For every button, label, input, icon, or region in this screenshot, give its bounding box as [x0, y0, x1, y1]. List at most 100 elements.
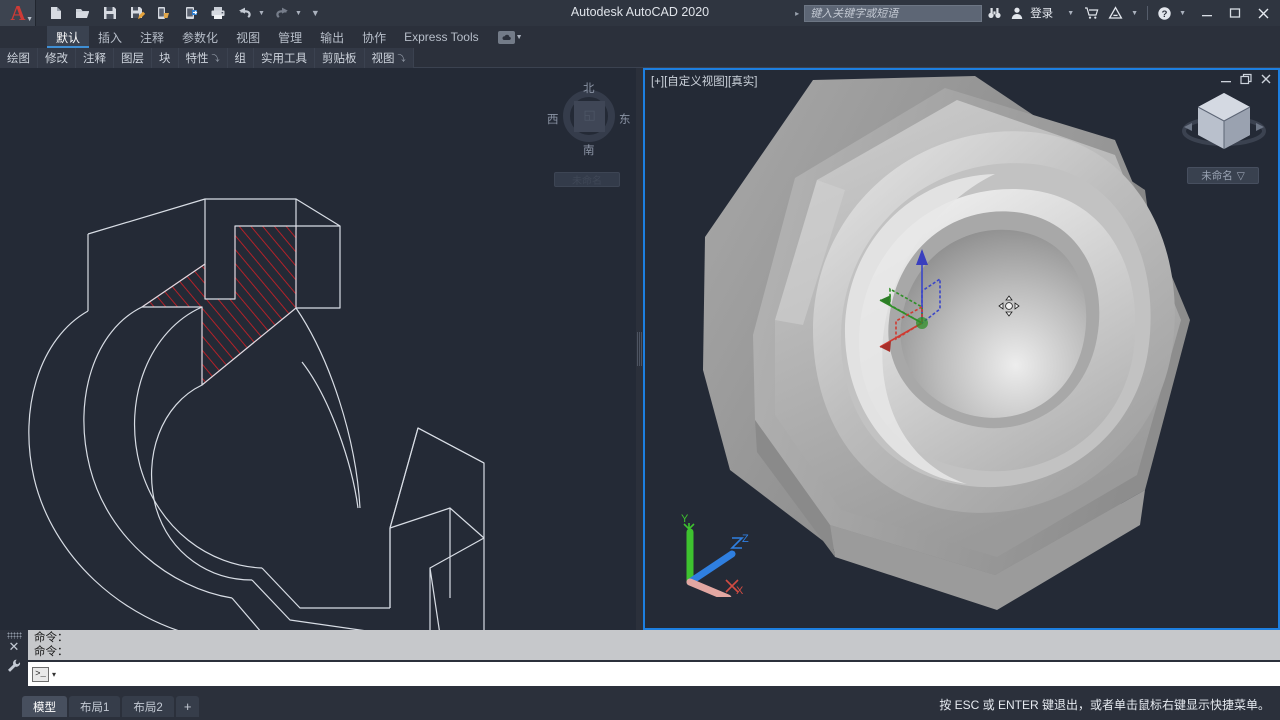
command-prompt-dropdown-icon[interactable]: ▾: [52, 670, 56, 679]
window-maximize-button[interactable]: [1222, 0, 1248, 26]
compass-cube-glyph: ◱: [583, 107, 596, 122]
viewport-close-button[interactable]: [1260, 73, 1272, 85]
open-file-icon[interactable]: [71, 2, 95, 24]
ribbon-tab-bar: 默认 插入 注释 参数化 视图 管理 输出 协作 Express Tools ▼: [0, 26, 1280, 48]
drag-handle-icon[interactable]: [6, 632, 22, 639]
viewport-restore-button[interactable]: [1240, 73, 1252, 85]
ucs-icon: Y Z X: [681, 513, 749, 597]
ribbon-tab-annotate[interactable]: 注释: [131, 26, 173, 48]
drawing-area: ◱ 北 南 西 东 未命名 Y Z X 未命名 ▽ [+][自定义视图][真实]: [0, 68, 1280, 630]
viewport-left[interactable]: ◱ 北 南 西 东 未命名: [0, 68, 640, 630]
ribbon-workspace-switcher[interactable]: ▼: [497, 26, 525, 48]
app-dropdown-icon[interactable]: ▼: [1131, 10, 1138, 17]
ribbon-panel-view[interactable]: 视图 ⤵: [364, 48, 414, 68]
viewport-splitter[interactable]: [636, 68, 643, 630]
user-avatar-icon[interactable]: [1007, 2, 1027, 24]
print-icon[interactable]: [206, 2, 230, 24]
ribbon-panel-label: 实用工具: [261, 53, 307, 65]
command-history-line: 命令：: [34, 632, 69, 644]
move-gizmo[interactable]: [860, 235, 990, 360]
ribbon-tab-label: 协作: [362, 30, 387, 45]
view-cube-icon[interactable]: [1178, 85, 1270, 165]
redo-dropdown-icon[interactable]: ▼: [295, 10, 302, 17]
ribbon-tab-collaborate[interactable]: 协作: [353, 26, 395, 48]
save-to-web-icon[interactable]: [152, 2, 176, 24]
undo-dropdown-icon[interactable]: ▼: [258, 10, 265, 17]
named-view-dropdown[interactable]: 未命名 ▽: [1187, 167, 1259, 184]
account-dropdown-icon[interactable]: ▼: [1067, 10, 1074, 17]
window-minimize-button[interactable]: [1194, 0, 1220, 26]
title-bar-right: ▸ 键入关键字或短语 登录 ▼ ▼ ? ▼: [795, 0, 1280, 26]
ribbon-tab-label: 插入: [98, 30, 123, 45]
command-close-icon[interactable]: ✕: [9, 640, 20, 654]
ribbon-panel-layers[interactable]: 图层: [114, 48, 152, 68]
compass-east-label: 东: [619, 114, 631, 126]
ribbon-panel-label: 视图: [371, 53, 395, 65]
ribbon-tab-output[interactable]: 输出: [311, 26, 353, 48]
ribbon-panel-label: 修改: [45, 53, 68, 65]
panel-expander-icon[interactable]: ⤵: [212, 53, 220, 64]
search-expand-icon[interactable]: ▸: [795, 9, 799, 18]
redo-icon[interactable]: [270, 2, 294, 24]
ribbon-tab-insert[interactable]: 插入: [89, 26, 131, 48]
view-cube[interactable]: 未命名 ▽: [1178, 85, 1270, 185]
autocad-window: A ▼ ▼ ▼ ▼ Autodesk AutoCAD 2020 ▸ 键入关键字或…: [0, 0, 1280, 720]
compass-south-label: 南: [583, 145, 595, 157]
ribbon-panel-label: 图层: [121, 53, 144, 65]
ucs-x-label: X: [736, 585, 744, 597]
autodesk-app-icon[interactable]: [1105, 2, 1126, 24]
left-viewport-compass[interactable]: ◱ 北 南 西 东 未命名: [545, 80, 631, 187]
command-prompt-icon[interactable]: >_: [32, 666, 49, 682]
sign-in-button[interactable]: 登录: [1029, 5, 1057, 21]
ribbon-tab-parametric[interactable]: 参数化: [173, 26, 227, 48]
ribbon-tab-label: 视图: [236, 30, 261, 45]
ribbon-panel-properties[interactable]: 特性 ⤵: [178, 48, 228, 68]
command-history[interactable]: 命令： 命令：: [28, 630, 1280, 660]
toolbar-divider: [1147, 6, 1149, 20]
autodesk-store-icon[interactable]: [1081, 2, 1103, 24]
panel-expander-icon[interactable]: ⤵: [398, 53, 406, 64]
add-layout-button[interactable]: +: [175, 696, 200, 717]
layout-tab-label: 模型: [33, 701, 56, 714]
help-icon[interactable]: ?: [1154, 2, 1175, 24]
window-close-button[interactable]: [1250, 0, 1276, 26]
viewport-minimize-button[interactable]: [1220, 73, 1232, 85]
compass-cube-icon[interactable]: ◱: [574, 101, 605, 132]
command-input-row[interactable]: >_ ▾: [28, 662, 1280, 686]
ribbon-tab-manage[interactable]: 管理: [269, 26, 311, 48]
ribbon-panel-draw[interactable]: 绘图: [0, 48, 38, 68]
command-line-main: 命令： 命令： >_ ▾: [28, 630, 1280, 688]
command-line-gutter: ✕: [0, 630, 28, 688]
undo-icon[interactable]: [233, 2, 257, 24]
ribbon-panel-clipboard[interactable]: 剪贴板: [315, 48, 365, 68]
layout-tab-layout2[interactable]: 布局2: [122, 696, 174, 717]
ribbon-tab-view[interactable]: 视图: [227, 26, 269, 48]
ribbon-panel-utilities[interactable]: 实用工具: [254, 48, 315, 68]
qat-customize-icon[interactable]: ▼: [311, 8, 320, 18]
help-dropdown-icon[interactable]: ▼: [1179, 10, 1186, 17]
viewport-right[interactable]: Y Z X 未命名 ▽ [+][自定义视图][真实]: [643, 68, 1280, 630]
search-input[interactable]: 键入关键字或短语: [804, 4, 983, 22]
ribbon-panel-block[interactable]: 块: [152, 48, 179, 68]
ribbon-panel-bar: 绘图 修改 注释 图层 块 特性 ⤵ 组 实用工具 剪贴板 视图 ⤵: [0, 48, 1280, 68]
workspace-dropdown-icon[interactable]: ▼: [516, 34, 523, 41]
ribbon-panel-label: 剪贴板: [322, 53, 357, 65]
layout-tab-label: 布局2: [133, 701, 163, 714]
viewport-label[interactable]: [+][自定义视图][真实]: [651, 73, 757, 89]
ribbon-panel-label: 组: [234, 53, 247, 65]
layout-tab-model[interactable]: 模型: [22, 696, 67, 717]
search-binoculars-icon[interactable]: [984, 2, 1005, 24]
layout-tab-layout1[interactable]: 布局1: [69, 696, 121, 717]
ribbon-panel-groups[interactable]: 组: [227, 48, 254, 68]
ribbon-panel-modify[interactable]: 修改: [38, 48, 76, 68]
save-as-icon[interactable]: [125, 2, 149, 24]
new-file-icon[interactable]: [44, 2, 68, 24]
ribbon-panel-annotation[interactable]: 注释: [76, 48, 114, 68]
save-file-icon[interactable]: [98, 2, 122, 24]
ribbon-tab-express-tools[interactable]: Express Tools: [395, 26, 487, 48]
open-from-web-icon[interactable]: [179, 2, 203, 24]
application-menu-button[interactable]: A ▼: [0, 0, 36, 26]
left-named-view-dropdown[interactable]: 未命名: [554, 172, 620, 187]
ribbon-tab-home[interactable]: 默认: [47, 26, 90, 48]
customize-wrench-icon[interactable]: [6, 658, 22, 674]
